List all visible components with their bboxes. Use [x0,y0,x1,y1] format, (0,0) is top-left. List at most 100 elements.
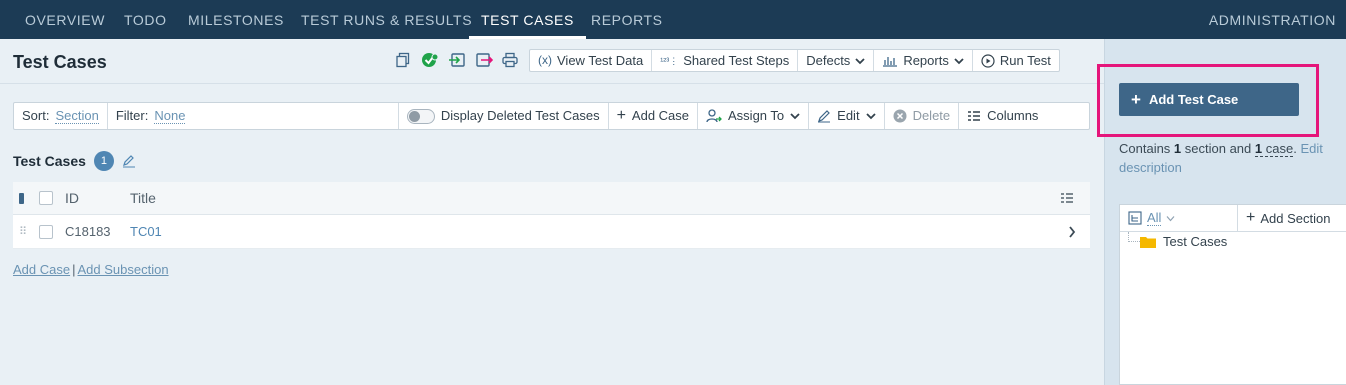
table-header: ID Title [13,182,1090,215]
tab-test-runs-results[interactable]: TEST RUNS & RESULTS [289,0,484,39]
filter-label: Filter: [115,108,149,123]
row-checkbox[interactable] [39,215,53,248]
tree-filter-dropdown[interactable]: All [1120,205,1238,231]
top-navigation: OVERVIEW TODO MILESTONES TEST RUNS & RES… [0,0,1346,39]
chevron-down-icon [855,57,865,64]
defects-dropdown[interactable]: Defects [798,50,875,71]
folder-icon [1140,237,1156,248]
chevron-down-icon [790,113,800,120]
defects-label: Defects [806,53,851,68]
add-case-button[interactable]: + Add Case [609,103,699,129]
columns-button[interactable]: Columns [959,103,1046,129]
add-case-label: Add Case [631,108,690,123]
bar-chart-icon [883,56,898,67]
close-circle-icon [893,109,907,123]
table-row[interactable]: ⠿ C18183 TC01 [13,215,1090,249]
assign-user-icon [706,109,722,123]
delete-button[interactable]: Delete [885,103,960,129]
case-title-link[interactable]: TC01 [130,215,162,248]
tab-reports[interactable]: REPORTS [579,0,675,39]
add-case-link[interactable]: Add Case [13,262,70,277]
summary-period: . [1293,141,1297,156]
copy-icon[interactable] [394,51,412,69]
variable-icon: (x) [538,53,552,67]
chevron-down-icon [865,113,876,120]
assign-to-label: Assign To [728,108,785,123]
add-section-button[interactable]: + Add Section [1238,205,1338,231]
link-separator: | [72,262,76,277]
chevron-down-icon [1167,215,1175,221]
tree-toolbar: All + Add Section [1120,205,1346,232]
section-title: Test Cases [13,153,86,169]
add-section-label: Add Section [1260,210,1331,226]
cases-word: case [1262,141,1294,156]
group-marker-icon [19,182,24,214]
tree-node-label: Test Cases [1163,234,1228,249]
column-settings-icon[interactable] [1060,182,1074,214]
display-deleted-label: Display Deleted Test Cases [440,108,600,123]
shared-test-steps-label: Shared Test Steps [683,53,790,68]
divider [0,83,1104,84]
chevron-right-icon[interactable] [1068,215,1076,248]
section-tree: All + Add Section Test Cases [1119,204,1346,385]
page-title: Test Cases [13,52,107,72]
test-cases-table: ID Title ⠿ C18183 TC01 [13,182,1090,249]
case-count-badge: 1 [93,151,114,171]
drag-handle-icon[interactable]: ⠿ [19,215,27,248]
tree-connector [1128,232,1140,242]
tab-milestones[interactable]: MILESTONES [176,0,296,39]
section-summary: Contains 1 section and 1 case. Edit desc… [1119,139,1339,177]
main-content: Test Cases (x) View Test Data ¹²³⋮ Share… [0,39,1104,385]
assign-to-dropdown[interactable]: Assign To [698,103,810,129]
sort-control[interactable]: Sort: Section [14,103,108,129]
column-header-title[interactable]: Title [130,182,156,214]
reports-dropdown[interactable]: Reports [874,50,973,71]
plus-icon: + [1246,209,1256,226]
reports-label: Reports [903,53,949,68]
play-icon [981,53,995,68]
add-subsection-link[interactable]: Add Subsection [77,262,168,277]
shared-test-steps-button[interactable]: ¹²³⋮ Shared Test Steps [652,50,799,71]
filter-bar: Sort: Section Filter: None Display Delet… [13,102,1090,130]
toggle-switch[interactable] [406,108,435,124]
export-icon[interactable] [475,51,493,69]
shared-steps-icon: ¹²³⋮ [660,55,679,66]
bottom-links: Add Case | Add Subsection [13,262,169,277]
run-test-button[interactable]: Run Test [973,50,1059,71]
summary-prefix: Contains [1119,141,1174,156]
cases-summary: 1 case [1254,141,1294,157]
filter-control[interactable]: Filter: None [108,103,399,129]
highlight-box [1097,64,1319,137]
toolbar-button-group: (x) View Test Data ¹²³⋮ Shared Test Step… [529,49,1060,72]
print-icon[interactable] [501,51,519,69]
pencil-icon [818,110,831,123]
tab-todo[interactable]: TODO [112,0,179,39]
columns-label: Columns [987,108,1039,123]
chevron-down-icon [954,57,964,64]
sync-icon[interactable] [421,51,439,69]
import-icon[interactable] [449,51,467,69]
run-test-label: Run Test [999,53,1051,68]
administration-link[interactable]: ADMINISTRATION [1209,0,1336,41]
sort-label: Sort: [22,108,50,123]
tree-filter-value[interactable]: All [1147,210,1162,226]
filter-value[interactable]: None [154,108,186,124]
section-header: Test Cases 1 [13,151,136,171]
view-test-data-label: View Test Data [557,53,644,68]
column-header-id[interactable]: ID [65,182,79,214]
tree-icon [1128,211,1142,225]
case-id: C18183 [65,224,111,239]
display-deleted-toggle[interactable]: Display Deleted Test Cases [399,103,609,129]
tree-node-test-cases[interactable]: Test Cases [1140,234,1227,249]
edit-dropdown[interactable]: Edit [809,103,885,129]
sort-value[interactable]: Section [55,108,99,124]
view-test-data-button[interactable]: (x) View Test Data [530,50,653,71]
delete-label: Delete [912,108,951,123]
select-all-checkbox[interactable] [39,182,53,214]
edit-label: Edit [837,108,860,123]
pencil-icon[interactable] [122,154,136,168]
tab-test-cases[interactable]: TEST CASES [469,0,586,39]
tab-overview[interactable]: OVERVIEW [13,0,117,39]
plus-icon: + [616,107,626,124]
columns-icon [968,111,981,121]
